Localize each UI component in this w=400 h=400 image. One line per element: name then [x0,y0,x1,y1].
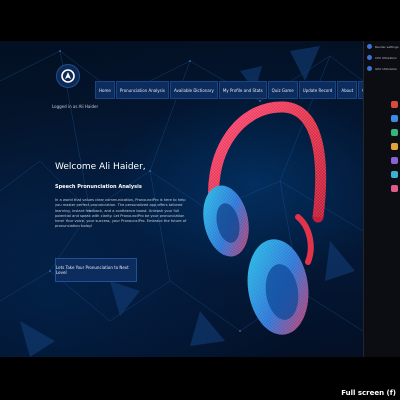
welcome-heading: Welcome Ali Haider, [55,162,146,172]
side-panel-item-label: GPU Utilization [375,66,398,71]
headphones-illustration [203,101,327,335]
fullscreen-button[interactable]: Full screen (f) [341,389,396,397]
bottom-bar: Full screen (f) [0,357,400,400]
extension-icon[interactable] [391,171,398,178]
status-dot-icon [367,44,372,49]
nav-home[interactable]: Home [95,81,115,99]
cta-button[interactable]: Lets Take Your Pronunciation to Next Lev… [55,258,137,282]
status-dot-icon [367,66,372,71]
extension-icon[interactable] [391,129,398,136]
side-panel-item[interactable]: Render settings [364,41,400,52]
screen: Logged in as Ali Haider Home Pronunciati… [0,0,400,400]
app-logo[interactable] [56,64,80,88]
logged-in-caption: Logged in as Ali Haider [52,104,99,109]
side-panel-item[interactable]: GPU Utilization [364,63,400,74]
logo-icon [61,69,75,83]
side-panel-item[interactable]: CPU Utilization [364,52,400,63]
hero-subtitle: Speech Pronunciation Analysis [55,184,142,190]
extension-icon[interactable] [391,157,398,164]
browser-side-panel: Render settings CPU Utilization GPU Util… [363,41,400,357]
side-panel-item-label: Render settings [375,44,399,49]
side-panel-icons [391,101,399,199]
extension-icon[interactable] [391,185,398,192]
nav-pronunciation-analysis[interactable]: Pronunciation Analysis [115,81,169,99]
extension-icon[interactable] [391,115,398,122]
hero-paragraph: In a world that values clear communicati… [55,198,187,229]
status-dot-icon [367,55,372,60]
side-panel-item-label: CPU Utilization [375,55,398,60]
nav-about[interactable]: About [337,81,358,99]
extension-icon[interactable] [391,143,398,150]
extension-icon[interactable] [391,101,398,108]
